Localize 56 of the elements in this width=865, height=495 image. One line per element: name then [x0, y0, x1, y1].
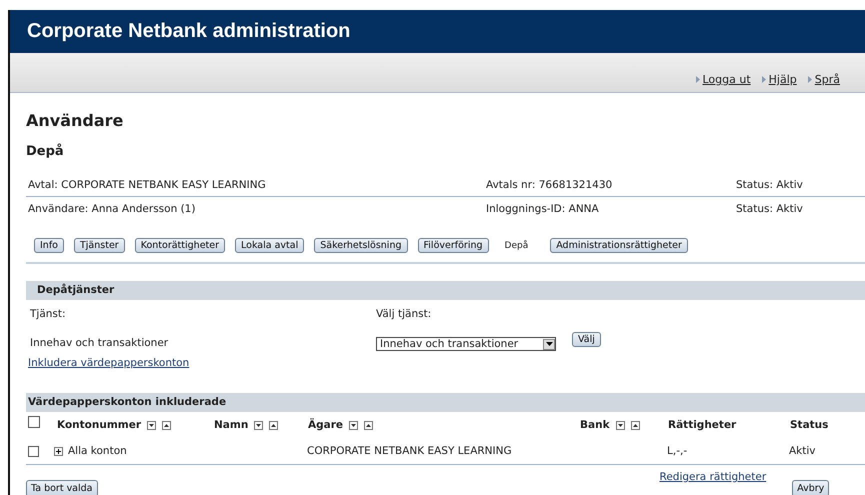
select-all-checkbox[interactable] — [28, 416, 40, 428]
tab[interactable]: Kontorättigheter — [134, 238, 226, 253]
table-cell: Aktiv — [789, 445, 816, 457]
sort-down-icon[interactable] — [349, 420, 358, 430]
nav-link[interactable]: Logga ut — [696, 73, 751, 86]
sort-up-icon[interactable] — [269, 420, 278, 430]
table-cell: CORPORATE NETBANK EASY LEARNING — [307, 445, 512, 457]
tab[interactable]: Tjänster — [74, 238, 125, 253]
field-label: Välj tjänst: — [376, 308, 432, 320]
nav-link[interactable]: Språ — [808, 73, 840, 86]
delete-selected-button[interactable]: Ta bort valda — [26, 480, 98, 495]
sort-down-icon[interactable] — [254, 420, 264, 430]
field-label: Tjänst: — [30, 308, 67, 320]
info-text: Status: Aktiv — [736, 202, 803, 214]
sort-up-icon[interactable] — [364, 420, 374, 430]
info-text: Avtals nr: 76681321430 — [486, 178, 614, 190]
sort-up-icon[interactable] — [630, 420, 640, 430]
service-name: Innehav och transaktioner — [30, 336, 170, 348]
column-header: Ägare — [308, 419, 344, 431]
section-title: Depå — [26, 144, 65, 159]
arrow-icon — [808, 76, 812, 84]
info-text: Status: Aktiv — [736, 178, 803, 190]
section-header: Depåtjänster — [26, 281, 865, 300]
row-checkbox[interactable] — [28, 446, 39, 456]
window-title: Corporate Netbank administration — [27, 20, 350, 43]
info-text: Avtal: CORPORATE NETBANK EASY LEARNING — [28, 178, 267, 190]
sort-up-icon[interactable] — [162, 420, 172, 430]
column-header: Kontonummer — [57, 419, 142, 431]
arrow-icon — [696, 76, 700, 84]
column-header: Bank — [580, 419, 610, 431]
tab[interactable]: Filöverföring — [418, 238, 489, 253]
column-header: Rättigheter — [668, 419, 736, 431]
include-accounts-link[interactable]: Inkludera värdepapperskonton — [26, 357, 190, 369]
page-title: Användare — [26, 111, 124, 130]
table-cell: Alla konton — [68, 445, 127, 457]
sort-down-icon[interactable] — [147, 420, 156, 430]
choose-button[interactable]: Välj — [572, 332, 601, 347]
tab[interactable]: Säkerhetslösning — [314, 238, 408, 253]
sort-down-icon[interactable] — [616, 420, 625, 430]
column-header: Namn — [214, 419, 248, 431]
tab[interactable]: Depå — [498, 240, 540, 250]
cancel-button[interactable]: Avbry — [792, 480, 830, 495]
section-header: Värdepapperskonton inkluderade — [26, 393, 865, 412]
arrow-icon — [762, 76, 766, 84]
expand-icon[interactable] — [54, 446, 63, 456]
column-header: Status — [790, 419, 828, 431]
info-text: Användare: Anna Andersson (1) — [28, 202, 196, 214]
info-text: Inloggnings-ID: ANNA — [486, 202, 600, 214]
tab[interactable]: Info — [34, 238, 64, 253]
nav-link[interactable]: Hjälp — [762, 73, 797, 86]
edit-rights-link[interactable]: Redigera rättigheter — [658, 471, 766, 483]
table-cell: L,-,- — [667, 445, 688, 457]
tab[interactable]: Lokala avtal — [235, 238, 304, 253]
service-dropdown[interactable]: Innehav och transaktioner — [376, 337, 556, 351]
caret-icon — [546, 342, 552, 346]
tab[interactable]: Administrationsrättigheter — [550, 238, 688, 253]
